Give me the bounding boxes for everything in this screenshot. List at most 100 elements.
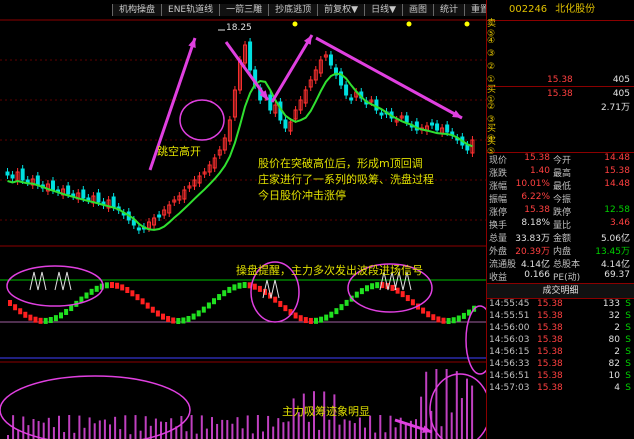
toolbar-button-4[interactable]: 前复权▼ (317, 4, 366, 16)
signal-block (375, 282, 380, 289)
arrow-head (188, 38, 196, 48)
signal-block (308, 317, 313, 324)
trade-time: 14:57:03 (489, 383, 530, 393)
toolbar-button-7[interactable]: 统计 (433, 4, 466, 16)
quote-label: 量比 (553, 221, 572, 231)
trade-row[interactable]: 14:56:51 15.38 10 S (487, 371, 634, 383)
volume-circle (429, 373, 486, 439)
candle-body (20, 168, 25, 181)
signal-block (18, 308, 23, 315)
chart-toolbar: 机构操盘ENE轨道线一箭三雕抄底逃顶前复权▼日线▼画图统计重置K线 (112, 4, 511, 16)
signal-block (125, 287, 130, 294)
quote-row: 外盘 20.39万 内盘 13.45万 (487, 244, 634, 257)
orderbook-row[interactable]: ③ (487, 113, 634, 126)
trade-row[interactable]: 14:56:03 15.38 80 S (487, 335, 634, 347)
candle-body (268, 94, 273, 111)
signal-block (201, 306, 206, 313)
signal-block (314, 317, 318, 324)
quote-label: 涨幅 (489, 182, 508, 192)
candle-body (349, 97, 354, 101)
orderbook-row[interactable]: ① 15.38 405 (487, 73, 634, 86)
signal-block (227, 286, 232, 293)
trade-row[interactable]: 14:56:15 15.38 2 S (487, 347, 634, 359)
candle-body (157, 214, 162, 218)
signal-block (150, 306, 155, 313)
orderbook-row[interactable]: 买④ (487, 124, 634, 144)
trade-list[interactable]: 14:55:45 15.38 133 S 14:55:51 15.38 32 S 14:56:0… (487, 299, 634, 395)
signal-block (155, 310, 160, 317)
quote-row: 涨跌 1.40 最高 15.38 (487, 166, 634, 179)
m-signal-icon (29, 271, 47, 291)
signal-block (237, 282, 242, 289)
orderbook-row[interactable]: 买① 15.38 405 (487, 85, 634, 105)
trade-time: 14:55:45 (489, 299, 530, 309)
toolbar-button-5[interactable]: 日线▼ (364, 4, 403, 16)
kline-chart[interactable] (0, 0, 486, 439)
signal-block (456, 315, 461, 322)
signal-circle (6, 265, 104, 307)
quote-label: 流通股 (489, 260, 517, 270)
trade-direction: S (625, 383, 631, 393)
quote-value: 14.48 (604, 179, 630, 189)
annotation-signal: 操盘提醒，主力多次发出波段进场信号 (236, 264, 423, 277)
signal-block (206, 302, 211, 309)
candle-body (404, 115, 409, 123)
toolbar-button-1[interactable]: ENE轨道线 (161, 4, 221, 16)
orderbook-label: ③ (487, 48, 496, 59)
quote-value: 15.38 (524, 153, 550, 163)
signal-block (145, 302, 150, 309)
trade-row[interactable]: 14:56:33 15.38 82 S (487, 359, 634, 371)
candle-body (283, 119, 288, 129)
orderbook-row[interactable]: ② 2.71万 (487, 100, 634, 114)
trade-row[interactable]: 14:56:00 15.38 2 S (487, 323, 634, 335)
quote-label: 金额 (553, 234, 572, 244)
signal-block (283, 305, 288, 312)
signal-block (69, 305, 74, 312)
signal-block (94, 285, 99, 292)
annotation-volume: 主力吸筹迹象明显 (282, 405, 370, 418)
stock-header: 002246 北化股份 (487, 0, 634, 20)
toolbar-button-2[interactable]: 一箭三雕 (219, 4, 270, 16)
trade-price: 15.38 (537, 323, 563, 333)
trade-volume: 80 (608, 335, 620, 345)
orderbook-row[interactable]: 买⑤ (487, 137, 634, 157)
toolbar-button-0[interactable]: 机构操盘 (112, 4, 163, 16)
signal-block (421, 307, 426, 314)
orderbook-row[interactable]: 卖⑤ (487, 19, 634, 39)
signal-block (166, 316, 171, 323)
toolbar-button-3[interactable]: 抄底逃顶 (268, 4, 319, 16)
signal-block (196, 310, 201, 317)
candle-body (374, 99, 379, 111)
trade-row[interactable]: 14:55:51 15.38 32 S (487, 311, 634, 323)
trade-price: 15.38 (537, 371, 563, 381)
signal-block (344, 299, 349, 306)
signal-block (217, 294, 222, 301)
signal-block (257, 285, 262, 292)
quote-value: 13.45万 (595, 247, 630, 257)
signal-block (410, 299, 415, 306)
orderbook-price: 15.38 (547, 88, 573, 99)
orderbook-row[interactable]: ③ (487, 47, 634, 60)
quote-value: 14.48 (604, 153, 630, 163)
trade-time: 14:56:15 (489, 347, 530, 357)
signal-block (115, 282, 120, 289)
signal-block (104, 282, 109, 289)
toolbar-button-6[interactable]: 画图 (402, 4, 435, 16)
candle-body (344, 84, 349, 96)
signal-block (140, 298, 145, 305)
signal-block (461, 312, 466, 319)
orderbook-row[interactable]: ② (487, 60, 634, 73)
signal-block (278, 300, 283, 307)
quote-label: 最高 (553, 169, 572, 179)
orderbook-label: ② (487, 101, 496, 112)
trend-arrow (315, 36, 463, 120)
orderbook-row[interactable]: ④ (487, 34, 634, 47)
candle-body (25, 179, 30, 183)
signal-block (252, 283, 257, 290)
quote-label: 内盘 (553, 247, 572, 257)
trade-row[interactable]: 14:57:03 15.38 4 S (487, 383, 634, 395)
signal-block (186, 315, 191, 322)
trade-volume: 2 (614, 323, 620, 333)
trade-row[interactable]: 14:55:45 15.38 133 S (487, 299, 634, 311)
trade-direction: S (625, 371, 631, 381)
